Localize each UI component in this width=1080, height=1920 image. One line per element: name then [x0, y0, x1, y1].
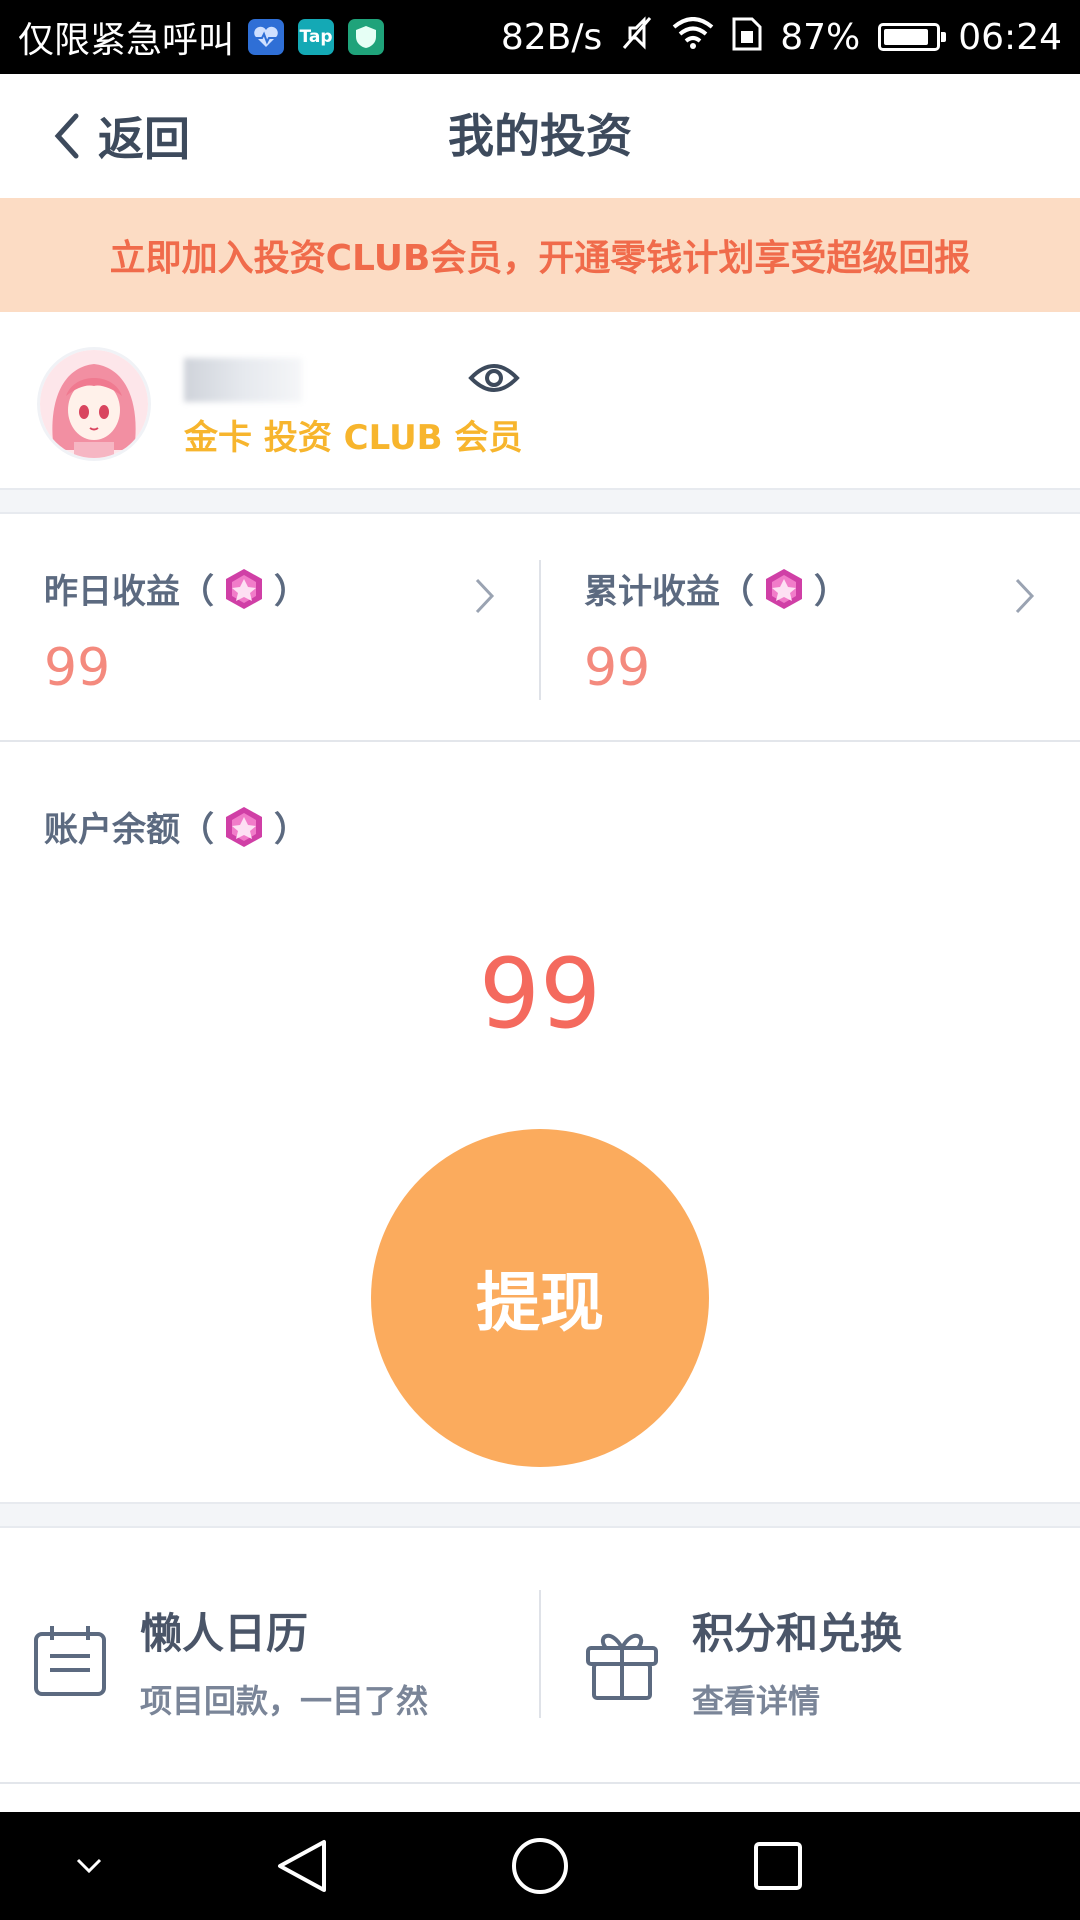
label-text: 累计收益（ — [584, 572, 754, 612]
mute-icon — [620, 14, 654, 61]
battery-icon — [878, 23, 947, 51]
more-content-peek — [0, 1784, 1080, 1812]
gem-icon — [766, 568, 802, 609]
feature-title: 积分和兑换 — [692, 1609, 903, 1658]
points-exchange-entry[interactable]: 积分和兑换 查看详情 — [540, 1528, 1080, 1782]
promo-banner[interactable]: 立即加入投资CLUB会员，开通零钱计划享受超级回报 — [0, 198, 1080, 312]
total-earnings-cell[interactable]: 累计收益（ ） 99 — [540, 514, 1080, 740]
lazy-calendar-entry[interactable]: 懒人日历 项目回款，一目了然 — [0, 1528, 540, 1782]
wifi-icon — [672, 16, 714, 58]
circle-home-icon — [512, 1838, 568, 1894]
system-nav-bar — [0, 1812, 1080, 1920]
chevron-left-icon — [54, 113, 79, 159]
label-suffix: ） — [274, 810, 308, 850]
calendar-icon — [34, 1626, 106, 1696]
sim-icon — [732, 15, 762, 60]
profile-card: ███ 金卡 投资 CLUB 会员 — [0, 312, 1080, 488]
shield-icon — [348, 19, 385, 55]
balance-panel: 账户余额（ ） 99 提现 — [0, 742, 1080, 1502]
chevron-down-icon — [76, 1858, 102, 1874]
balance-label: 账户余额（ ） — [44, 802, 308, 851]
collapse-nav-button[interactable] — [58, 1812, 120, 1920]
yesterday-earnings-cell[interactable]: 昨日收益（ ） 99 — [0, 514, 540, 740]
gem-icon — [226, 568, 262, 609]
status-bar: 仅限紧急呼叫 Tap 82B/s 87% 06:24 — [0, 0, 1080, 74]
back-label: 返回 — [98, 112, 190, 166]
features-panel: 懒人日历 项目回款，一目了然 积分和兑换 查看详情 — [0, 1528, 1080, 1784]
withdraw-button[interactable]: 提现 — [371, 1129, 709, 1467]
home-nav-button[interactable] — [500, 1812, 580, 1920]
label-suffix: ） — [814, 572, 848, 612]
nav-bar: 我的投资 返回 — [0, 74, 1080, 198]
label-text: 昨日收益（ — [44, 572, 214, 612]
divider — [0, 488, 1080, 514]
label-text: 账户余额（ — [44, 810, 214, 850]
back-button[interactable]: 返回 — [52, 74, 190, 198]
yesterday-earnings-label: 昨日收益（ ） — [44, 564, 308, 613]
label-suffix: ） — [274, 572, 308, 612]
user-name: ███ — [184, 358, 302, 402]
triangle-back-icon — [278, 1840, 326, 1892]
back-nav-button[interactable] — [262, 1812, 342, 1920]
total-earnings-value: 99 — [584, 638, 651, 698]
square-recents-icon — [754, 1842, 802, 1890]
carrier-text: 仅限紧急呼叫 — [18, 20, 235, 61]
chevron-right-icon — [1015, 578, 1035, 614]
gem-icon — [226, 806, 262, 847]
yesterday-earnings-value: 99 — [44, 638, 111, 698]
tap-icon: Tap — [298, 19, 335, 55]
feature-title: 懒人日历 — [140, 1609, 309, 1658]
total-earnings-label: 累计收益（ ） — [584, 564, 848, 613]
promo-text: 立即加入投资CLUB会员，开通零钱计划享受超级回报 — [109, 238, 971, 279]
battery-percent: 87% — [780, 16, 861, 58]
membership-label: 金卡 投资 CLUB 会员 — [184, 418, 523, 458]
avatar[interactable] — [40, 350, 148, 458]
balance-value: 99 — [478, 938, 602, 1050]
heart-pulse-icon — [248, 19, 285, 55]
gift-icon — [586, 1634, 658, 1700]
feature-subtitle: 查看详情 — [692, 1682, 821, 1720]
earnings-panel: 昨日收益（ ） 99 累计收益（ ） 99 — [0, 514, 1080, 742]
eye-icon[interactable] — [468, 358, 520, 398]
feature-subtitle: 项目回款，一目了然 — [140, 1682, 429, 1720]
chevron-right-icon — [475, 578, 495, 614]
net-speed: 82B/s — [500, 16, 603, 58]
clock: 06:24 — [958, 16, 1062, 58]
divider — [0, 1502, 1080, 1528]
recents-nav-button[interactable] — [738, 1812, 818, 1920]
